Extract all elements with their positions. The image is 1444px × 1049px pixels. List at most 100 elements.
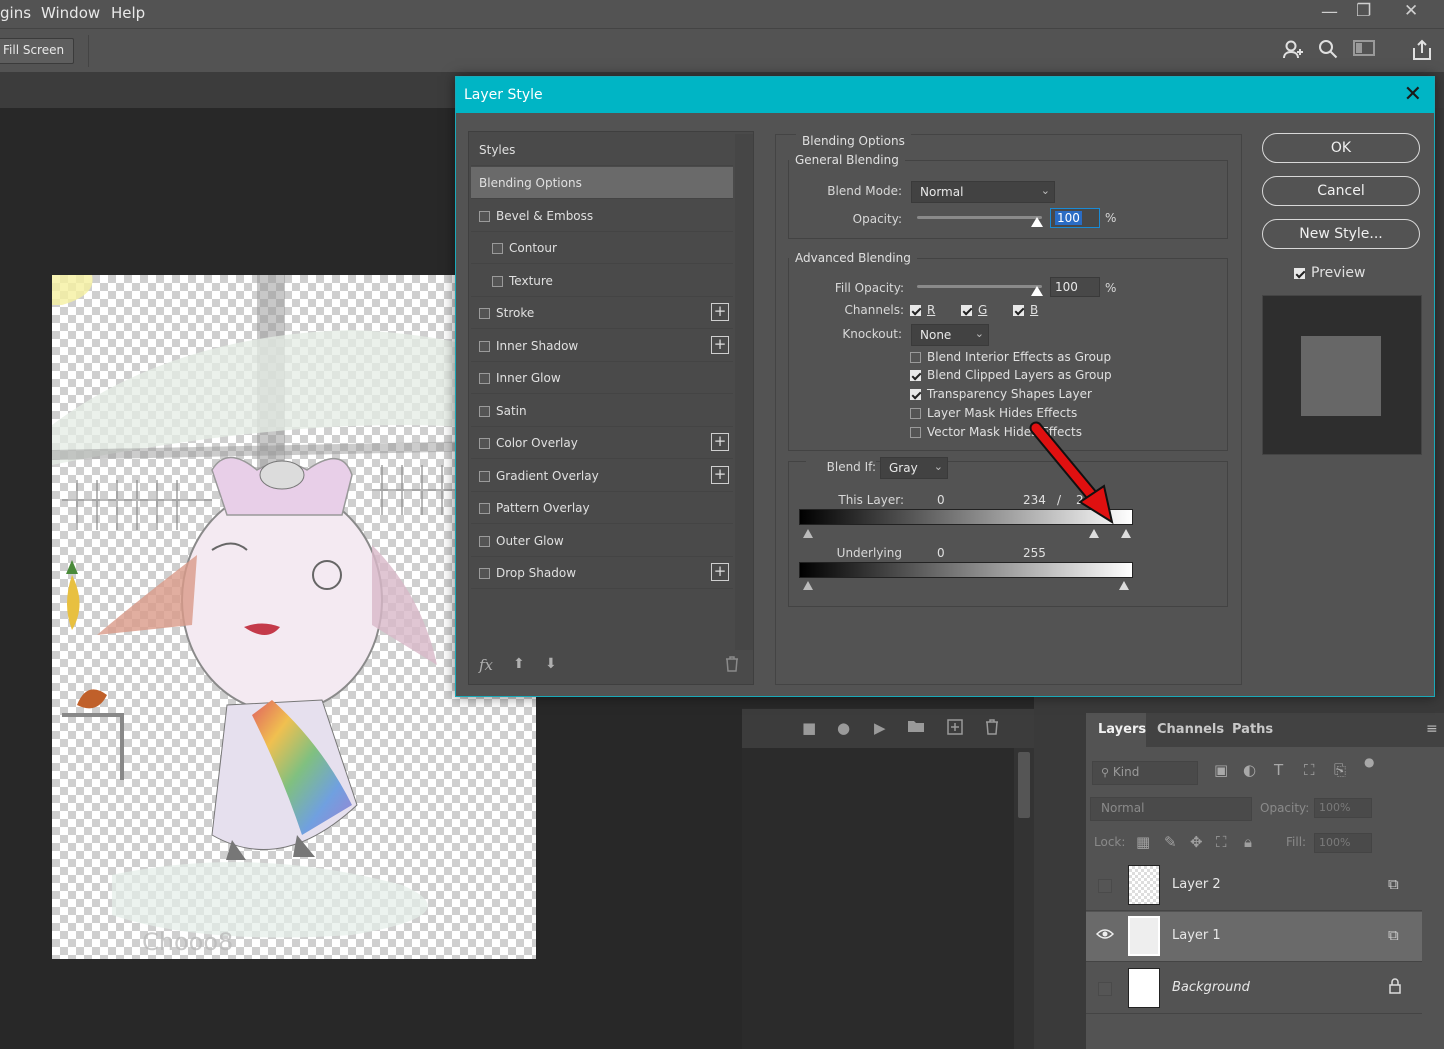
- ok-button[interactable]: OK: [1262, 133, 1420, 163]
- opacity-slider-track[interactable]: [917, 216, 1042, 219]
- trash-icon[interactable]: [725, 656, 739, 676]
- new-action-icon[interactable]: [947, 719, 963, 739]
- style-gradient-overlay[interactable]: Gradient Overlay +: [471, 460, 733, 492]
- play-icon[interactable]: ▶: [874, 719, 886, 737]
- lock-paint-icon[interactable]: ✎: [1164, 833, 1177, 851]
- filter-toggle-icon[interactable]: ●: [1364, 755, 1374, 769]
- style-checkbox[interactable]: [479, 211, 490, 222]
- share-user-icon[interactable]: [1282, 39, 1304, 66]
- style-checkbox[interactable]: [479, 438, 490, 449]
- style-bevel-emboss[interactable]: Bevel & Emboss: [471, 200, 733, 232]
- lock-position-icon[interactable]: ✥: [1190, 833, 1203, 851]
- lock-transparent-icon[interactable]: ▦: [1136, 833, 1150, 851]
- styles-scrollbar[interactable]: [735, 134, 753, 650]
- style-checkbox[interactable]: [479, 536, 490, 547]
- style-checkbox[interactable]: [479, 373, 490, 384]
- add-effect-icon[interactable]: +: [711, 303, 729, 321]
- tab-paths[interactable]: Paths: [1232, 713, 1273, 747]
- style-pattern-overlay[interactable]: Pattern Overlay: [471, 492, 733, 524]
- style-outer-glow[interactable]: Outer Glow: [471, 525, 733, 557]
- blend-clipped-checkbox[interactable]: Blend Clipped Layers as Group: [910, 368, 1112, 382]
- add-effect-icon[interactable]: +: [711, 336, 729, 354]
- panel-menu-icon[interactable]: ≡: [1426, 721, 1438, 737]
- blend-interior-checkbox[interactable]: Blend Interior Effects as Group: [910, 350, 1111, 364]
- channel-b-checkbox[interactable]: B: [1013, 303, 1038, 317]
- fill-screen-button[interactable]: Fill Screen: [0, 38, 74, 64]
- menu-plugins[interactable]: gins: [0, 4, 31, 22]
- filter-shape-icon[interactable]: ⛶: [1304, 761, 1315, 779]
- style-drop-shadow[interactable]: Drop Shadow +: [471, 557, 733, 589]
- style-checkbox[interactable]: [479, 471, 490, 482]
- menu-help[interactable]: Help: [111, 4, 145, 22]
- style-satin[interactable]: Satin: [471, 395, 733, 427]
- add-effect-icon[interactable]: +: [711, 433, 729, 451]
- minimize-icon[interactable]: —: [1321, 2, 1338, 22]
- cancel-button[interactable]: Cancel: [1262, 176, 1420, 206]
- this-layer-white-slider-right[interactable]: [1121, 529, 1131, 538]
- dialog-title-bar[interactable]: Layer Style ✕: [456, 77, 1434, 113]
- fx-menu-button[interactable]: fx: [479, 656, 493, 674]
- folder-icon[interactable]: [907, 719, 925, 737]
- layer-row-background[interactable]: Background: [1086, 964, 1422, 1014]
- fill-opacity-slider-handle[interactable]: [1031, 286, 1043, 296]
- layer-mask-hides-checkbox[interactable]: Layer Mask Hides Effects: [910, 406, 1077, 420]
- move-down-icon[interactable]: ⬇: [545, 656, 557, 672]
- actions-scroll-thumb[interactable]: [1018, 752, 1030, 818]
- style-inner-shadow[interactable]: Inner Shadow +: [471, 330, 733, 362]
- new-style-button[interactable]: New Style...: [1262, 219, 1420, 249]
- filter-adjustment-icon[interactable]: ◐: [1243, 761, 1256, 779]
- channel-g-checkbox[interactable]: G: [961, 303, 987, 317]
- visibility-toggle[interactable]: [1098, 879, 1112, 893]
- style-inner-glow[interactable]: Inner Glow: [471, 362, 733, 394]
- transparency-shapes-checkbox[interactable]: Transparency Shapes Layer: [910, 387, 1092, 401]
- lock-all-icon[interactable]: 🔒︎: [1244, 833, 1252, 851]
- close-window-icon[interactable]: ✕: [1404, 1, 1418, 21]
- underlying-white-slider[interactable]: [1119, 581, 1129, 590]
- workspace-icon[interactable]: [1353, 39, 1375, 62]
- style-blending-options[interactable]: Blending Options: [471, 167, 733, 199]
- lock-artboard-icon[interactable]: ⛶: [1216, 833, 1227, 851]
- blend-mode-select[interactable]: Normal ⌄: [911, 181, 1055, 203]
- stop-icon[interactable]: ■: [802, 719, 816, 737]
- layer-blend-mode-select[interactable]: Normal: [1090, 797, 1252, 821]
- style-checkbox[interactable]: [492, 276, 503, 287]
- record-icon[interactable]: ●: [837, 719, 850, 737]
- filter-kind-select[interactable]: ⚲ Kind: [1092, 761, 1198, 785]
- close-icon[interactable]: ✕: [1404, 82, 1422, 107]
- menu-window[interactable]: Window: [41, 4, 100, 22]
- visibility-toggle[interactable]: [1098, 982, 1112, 996]
- opacity-slider-handle[interactable]: [1031, 217, 1043, 227]
- tab-channels[interactable]: Channels: [1157, 713, 1224, 747]
- trash-icon[interactable]: [985, 719, 999, 739]
- layer-opacity-field[interactable]: 100%: [1314, 798, 1372, 818]
- preview-checkbox[interactable]: Preview: [1294, 265, 1366, 281]
- eye-icon[interactable]: [1095, 928, 1115, 946]
- knockout-select[interactable]: None ⌄: [911, 324, 989, 346]
- styles-header[interactable]: Styles: [471, 134, 733, 166]
- filter-smart-object-icon[interactable]: ⎘: [1334, 761, 1346, 779]
- opacity-input[interactable]: 100: [1050, 208, 1100, 228]
- filter-type-icon[interactable]: T: [1274, 761, 1283, 779]
- this-layer-black-slider[interactable]: [803, 529, 813, 538]
- style-contour[interactable]: Contour: [471, 232, 733, 264]
- layer-fill-field[interactable]: 100%: [1314, 833, 1372, 853]
- add-effect-icon[interactable]: +: [711, 466, 729, 484]
- fill-opacity-slider-track[interactable]: [917, 285, 1042, 288]
- style-checkbox[interactable]: [492, 243, 503, 254]
- style-checkbox[interactable]: [479, 308, 490, 319]
- move-up-icon[interactable]: ⬆: [513, 656, 525, 672]
- style-checkbox[interactable]: [479, 341, 490, 352]
- channel-r-checkbox[interactable]: R: [910, 303, 935, 317]
- tab-layers[interactable]: Layers: [1086, 713, 1146, 747]
- style-color-overlay[interactable]: Color Overlay +: [471, 427, 733, 459]
- fill-opacity-input[interactable]: 100: [1050, 277, 1100, 297]
- style-texture[interactable]: Texture: [471, 265, 733, 297]
- this-layer-white-slider-left[interactable]: [1089, 529, 1099, 538]
- layer-row-layer-1[interactable]: Layer 1 ⧉: [1086, 912, 1422, 962]
- style-checkbox[interactable]: [479, 503, 490, 514]
- underlying-black-slider[interactable]: [803, 581, 813, 590]
- search-icon[interactable]: [1318, 39, 1338, 64]
- blend-if-select[interactable]: Gray ⌄: [880, 457, 948, 479]
- style-checkbox[interactable]: [479, 406, 490, 417]
- style-checkbox[interactable]: [479, 568, 490, 579]
